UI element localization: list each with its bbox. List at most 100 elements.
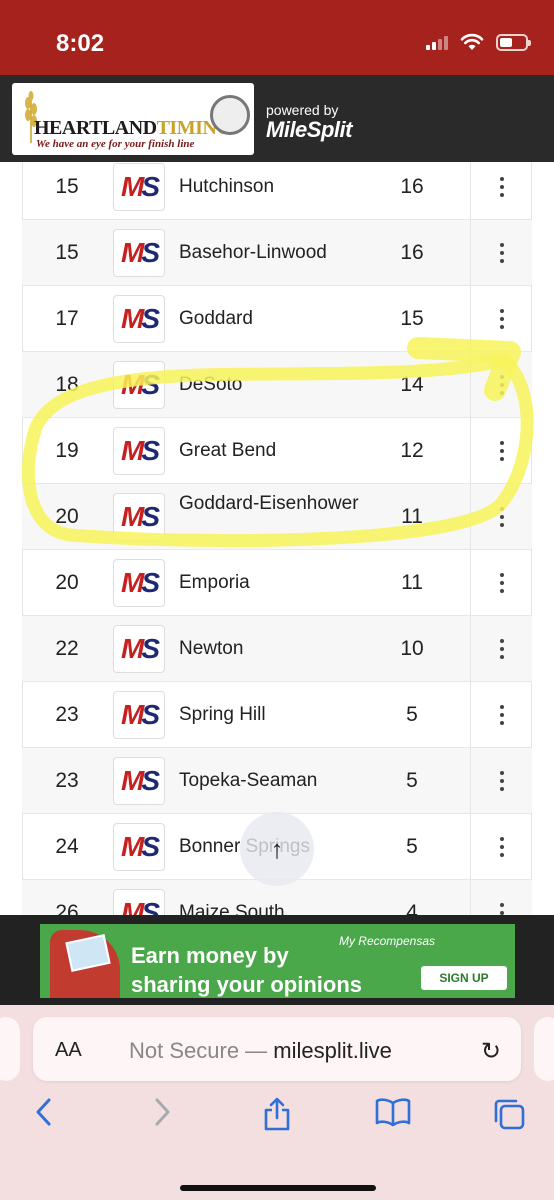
table-row[interactable]: 23 M S Topeka-Seaman 5 <box>22 748 532 814</box>
team-logo: MS <box>113 823 165 871</box>
points-cell: 14 <box>400 373 424 396</box>
more-options-icon[interactable] <box>470 484 532 550</box>
ad-brand: My Recompensas <box>338 934 435 948</box>
table-row[interactable]: 15 M S Hutchinson 16 <box>22 162 532 220</box>
more-options-icon[interactable] <box>470 352 532 418</box>
team-name-cell[interactable]: DeSoto <box>179 374 379 396</box>
team-logo: MS <box>113 625 165 673</box>
ad-headline: Earn money by sharing your opinions <box>131 943 363 997</box>
team-name-cell[interactable]: Goddard <box>179 308 379 330</box>
place-cell: 22 <box>55 637 79 660</box>
points-cell: 5 <box>406 703 418 726</box>
browser-chrome: AA Not Secure — milesplit.live ↻ <box>0 1005 554 1200</box>
points-cell: 15 <box>400 307 424 330</box>
heartland-timing-logo[interactable]: HEARTLANDTIMING We have an eye for your … <box>12 83 254 155</box>
place-cell: 15 <box>55 241 79 264</box>
team-logo: MS <box>113 889 165 915</box>
team-name-cell[interactable]: Spring Hill <box>179 704 379 726</box>
more-options-icon[interactable] <box>470 682 532 748</box>
points-cell: 12 <box>400 439 424 462</box>
table-row[interactable]: 18 M S DeSoto 14 <box>22 352 532 418</box>
next-tab-edge[interactable] <box>534 1017 554 1081</box>
team-name-cell[interactable]: Maize South <box>179 902 379 915</box>
back-icon[interactable] <box>34 1097 54 1127</box>
table-row[interactable]: 15 M S Basehor-Linwood 16 <box>22 220 532 286</box>
milesplit-logo[interactable]: MileSplit <box>266 117 352 143</box>
place-cell: 15 <box>55 175 79 198</box>
place-cell: 18 <box>55 373 79 396</box>
battery-icon <box>496 33 531 51</box>
team-logo: MS <box>113 691 165 739</box>
home-indicator <box>180 1185 376 1191</box>
points-cell: 11 <box>401 571 423 594</box>
browser-toolbar <box>0 1097 554 1147</box>
table-row[interactable]: 23 M S Spring Hill 5 <box>22 682 532 748</box>
stopwatch-icon <box>210 95 250 135</box>
address-bar[interactable]: AA Not Secure — milesplit.live ↻ <box>33 1017 521 1081</box>
wifi-icon <box>460 33 484 50</box>
scroll-to-top-button[interactable]: ↑ <box>240 812 314 886</box>
table-row[interactable]: 22 M S Newton 10 <box>22 616 532 682</box>
team-name-cell[interactable]: Newton <box>179 638 379 660</box>
place-cell: 24 <box>55 835 79 858</box>
more-options-icon[interactable] <box>470 880 532 915</box>
status-time: 8:02 <box>56 30 105 57</box>
place-cell: 26 <box>55 901 79 915</box>
ad-bar: Earn money by sharing your opinions My R… <box>0 915 554 1005</box>
team-name-cell[interactable]: Great Bend <box>179 440 379 462</box>
tabs-icon[interactable] <box>492 1097 526 1131</box>
points-cell: 5 <box>406 769 418 792</box>
more-options-icon[interactable] <box>470 286 532 352</box>
team-logo: MS <box>113 295 165 343</box>
place-cell: 19 <box>55 439 79 462</box>
team-logo: MS <box>113 361 165 409</box>
team-name-cell[interactable]: Hutchinson <box>179 176 379 198</box>
table-row[interactable]: 20 M S Emporia 11 <box>22 550 532 616</box>
logo-tagline: We have an eye for your finish line <box>36 138 195 150</box>
team-logo: MS <box>113 757 165 805</box>
more-options-icon[interactable] <box>470 748 532 814</box>
place-cell: 20 <box>55 505 79 528</box>
more-options-icon[interactable] <box>470 418 532 484</box>
team-logo: MS <box>113 427 165 475</box>
team-logo: MS <box>113 559 165 607</box>
bookmarks-icon[interactable] <box>374 1097 412 1127</box>
points-cell: 4 <box>406 901 418 915</box>
ad-banner[interactable]: Earn money by sharing your opinions My R… <box>40 924 515 998</box>
team-name-cell[interactable]: Goddard-Eisenhower <box>179 493 379 515</box>
status-icons <box>426 33 531 51</box>
team-logo: MS <box>113 493 165 541</box>
points-cell: 11 <box>401 505 423 528</box>
address-text[interactable]: Not Secure — milesplit.live <box>129 1038 392 1064</box>
team-standings-table: 15 M S Hutchinson 16 15 M S Basehor-Linwood 16 17 M… <box>0 162 554 915</box>
team-name-cell[interactable]: Basehor-Linwood <box>179 242 379 264</box>
text-size-button[interactable]: AA <box>55 1039 82 1062</box>
more-options-icon[interactable] <box>470 162 532 220</box>
team-name-cell[interactable]: Topeka-Seaman <box>179 770 379 792</box>
table-row[interactable]: 19 M S Great Bend 12 <box>22 418 532 484</box>
reload-icon[interactable]: ↻ <box>481 1037 501 1066</box>
more-options-icon[interactable] <box>470 616 532 682</box>
team-logo: MS <box>113 163 165 211</box>
share-icon[interactable] <box>262 1097 292 1131</box>
previous-tab-edge[interactable] <box>0 1017 20 1081</box>
more-options-icon[interactable] <box>470 814 532 880</box>
table-row[interactable]: 17 M S Goddard 15 <box>22 286 532 352</box>
ad-signup-button[interactable]: SIGN UP <box>421 966 507 990</box>
points-cell: 16 <box>400 241 424 264</box>
place-cell: 23 <box>55 769 79 792</box>
cellular-signal-icon <box>426 34 448 50</box>
points-cell: 16 <box>400 175 424 198</box>
powered-by-label: powered by <box>266 102 339 118</box>
place-cell: 17 <box>55 307 79 330</box>
place-cell: 23 <box>55 703 79 726</box>
arrow-up-icon: ↑ <box>270 833 284 864</box>
team-logo: MS <box>113 229 165 277</box>
forward-icon[interactable] <box>152 1097 172 1127</box>
table-row[interactable]: 20 M S Goddard-Eisenhower 11 <box>22 484 532 550</box>
team-name-cell[interactable]: Emporia <box>179 572 379 594</box>
more-options-icon[interactable] <box>470 550 532 616</box>
place-cell: 20 <box>55 571 79 594</box>
more-options-icon[interactable] <box>470 220 532 286</box>
logo-wordmark: HEARTLANDTIMING <box>34 117 232 139</box>
